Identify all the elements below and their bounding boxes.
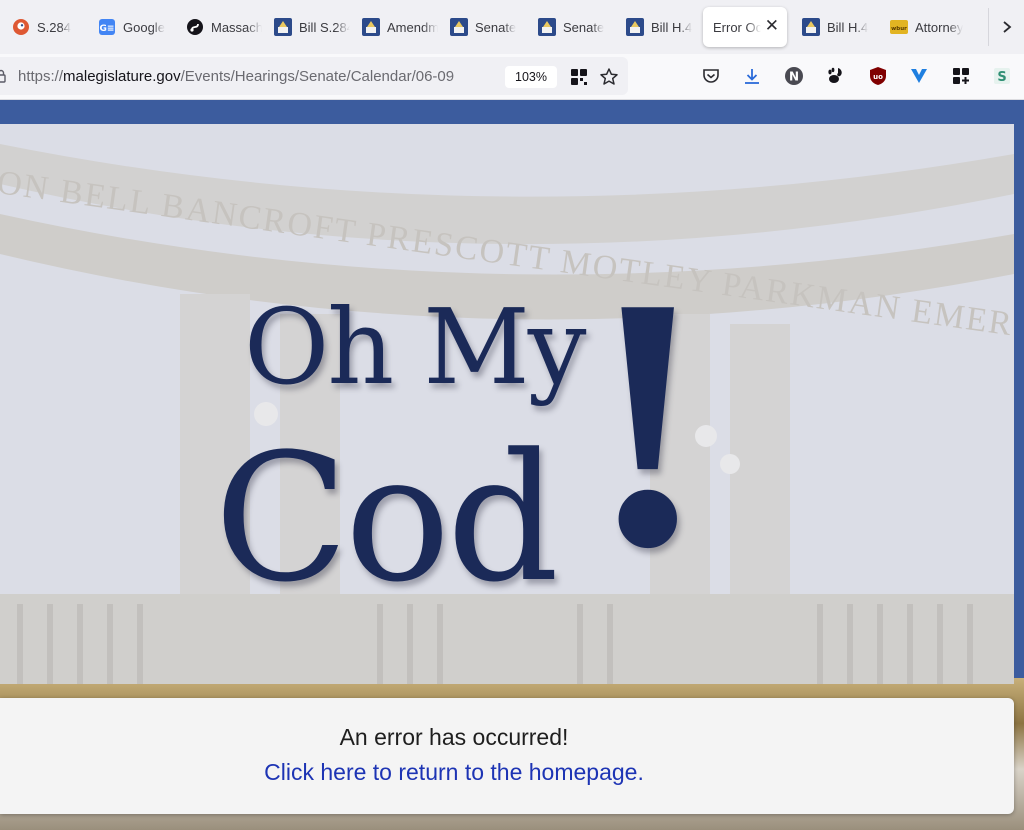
tab-bill-h4-1[interactable]: Bill H.4	[614, 8, 702, 46]
chevron-right-icon	[1002, 21, 1011, 33]
nav-toolbar: https://malegislature.gov/Events/Hearing…	[0, 54, 1024, 100]
url-path: /Events/Hearings/Senate/Calendar/06-09	[180, 68, 455, 85]
n-extension-icon[interactable]: N	[783, 64, 805, 88]
tab-title: Senate	[563, 19, 605, 35]
lock-icon[interactable]	[0, 69, 6, 83]
close-tab-icon[interactable]: ✕	[765, 16, 779, 36]
qr-code-icon[interactable]	[568, 65, 590, 89]
svg-text:N: N	[789, 70, 799, 84]
error-message: An error has occurred!	[339, 724, 569, 750]
malegislature-icon	[626, 18, 644, 36]
tab-google[interactable]: G≡ Google	[86, 8, 174, 46]
download-icon[interactable]	[741, 64, 763, 88]
duckduckgo-icon	[12, 18, 30, 36]
tab-scroll-right-button[interactable]	[988, 8, 1024, 46]
bookmark-star-icon[interactable]	[598, 65, 620, 89]
pocket-icon[interactable]	[700, 64, 722, 88]
malegislature-icon	[802, 18, 820, 36]
url-scheme: https://	[18, 68, 64, 85]
logo-exclamation: !	[588, 222, 708, 621]
malegislature-icon	[450, 18, 468, 36]
google-docs-icon: G≡	[98, 18, 116, 36]
tab-senate-1[interactable]: Senate	[438, 8, 526, 46]
tab-title: Bill H.4	[827, 19, 869, 35]
error-message-panel: An error has occurred! Click here to ret…	[0, 698, 1014, 814]
tab-bill-s284[interactable]: Bill S.284	[262, 8, 350, 46]
v-extension-icon[interactable]	[908, 64, 930, 88]
svg-text:G≡: G≡	[100, 24, 115, 34]
url-text[interactable]: https://malegislature.gov/Events/Hearing…	[18, 68, 488, 85]
malegislature-icon	[538, 18, 556, 36]
url-bar[interactable]: https://malegislature.gov/Events/Hearing…	[0, 57, 628, 95]
gnome-extension-icon[interactable]	[825, 64, 847, 88]
audio-site-icon	[186, 18, 204, 36]
svg-text:S: S	[997, 70, 1006, 85]
wbur-icon: wbur	[890, 18, 908, 36]
ublock-icon[interactable]: uo	[867, 64, 889, 88]
logo-text-cod: Cod	[214, 416, 559, 621]
tab-title: Amendment	[387, 19, 438, 35]
extensions-grid-icon[interactable]	[950, 64, 972, 88]
tab-massachusetts[interactable]: Massachusetts	[174, 8, 262, 46]
return-home-link[interactable]: Click here to return to the homepage.	[0, 759, 908, 786]
zoom-level-button[interactable]: 103%	[505, 66, 557, 88]
tab-title: Massachusetts	[211, 19, 262, 35]
svg-text:uo: uo	[873, 73, 883, 81]
tab-error-active[interactable]: Error Occurred ✕	[703, 7, 787, 47]
tab-title: Attorney	[915, 19, 964, 35]
svg-text:wbur: wbur	[891, 26, 907, 32]
tab-strip: S.284 G≡ Google Massachusetts Bill S.284…	[0, 0, 1024, 54]
malegislature-icon	[274, 18, 292, 36]
tab-attorney[interactable]: wbur Attorney	[878, 8, 988, 46]
tab-bill-h4-2[interactable]: Bill H.4	[790, 8, 878, 46]
url-host: malegislature.gov	[63, 68, 181, 85]
tab-title: Bill S.284	[299, 19, 350, 35]
tab-title: Google	[123, 19, 165, 35]
tab-s284[interactable]: S.284	[0, 8, 86, 46]
tab-title: S.284	[37, 19, 71, 35]
tab-title: Senate	[475, 19, 517, 35]
s-extension-icon[interactable]: S	[991, 64, 1013, 88]
tab-title: Error Occurred	[713, 19, 761, 35]
error-hero-banner: ON BELL BANCROFT PRESCOTT MOTLEY PARKMAN…	[0, 124, 1014, 684]
tab-senate-2[interactable]: Senate	[526, 8, 614, 46]
tab-amendment[interactable]: Amendment	[350, 8, 438, 46]
tab-title: Bill H.4	[651, 19, 693, 35]
page-content: ON BELL BANCROFT PRESCOTT MOTLEY PARKMAN…	[0, 100, 1024, 830]
malegislature-icon	[362, 18, 380, 36]
logo-text-oh-my: Oh My	[244, 286, 587, 408]
